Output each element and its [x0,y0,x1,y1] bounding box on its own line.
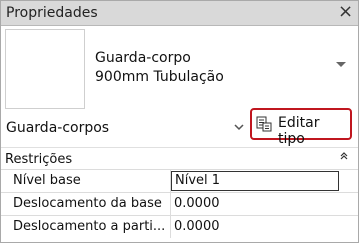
column-divider [170,216,171,238]
type-preview-image [5,29,85,109]
instance-filter-row: Guarda-corpos Editar tipo [1,108,358,147]
palette-title: Propriedades [6,5,98,21]
chevron-down-icon[interactable] [234,121,244,133]
type-selector[interactable]: Guarda-corpo 900mm Tubulação [1,26,358,112]
property-row-base-level: Nível base Nível 1 [1,169,358,192]
path-offset-value[interactable]: 0.0000 [174,219,220,234]
base-level-value: Nível 1 [175,173,221,188]
property-name: Nível base [13,173,81,188]
edit-type-icon [256,116,272,132]
instance-filter-label[interactable]: Guarda-corpos [6,120,109,136]
base-level-field[interactable]: Nível 1 [171,171,339,191]
property-name: Deslocamento da base [13,196,162,211]
constraints-section-header[interactable]: Restrições [1,147,358,170]
type-family-name: Guarda-corpo [95,50,191,66]
property-name: Deslocamento a parti... [13,219,166,234]
column-divider [170,193,171,215]
collapse-icon[interactable] [340,150,348,164]
property-row-base-offset: Deslocamento da base 0.0000 [1,192,358,215]
edit-type-button[interactable]: Editar tipo [250,108,352,147]
title-bar: Propriedades × [1,1,358,26]
close-icon[interactable]: × [338,2,353,22]
type-name: 900mm Tubulação [95,69,224,85]
base-offset-value[interactable]: 0.0000 [174,196,220,211]
dropdown-arrow-icon[interactable] [336,62,346,67]
properties-palette: Propriedades × Guarda-corpo 900mm Tubula… [0,0,359,243]
property-row-path-offset: Deslocamento a parti... 0.0000 [1,215,358,238]
edit-type-label: Editar tipo [278,115,320,147]
constraints-section-label: Restrições [5,152,73,167]
